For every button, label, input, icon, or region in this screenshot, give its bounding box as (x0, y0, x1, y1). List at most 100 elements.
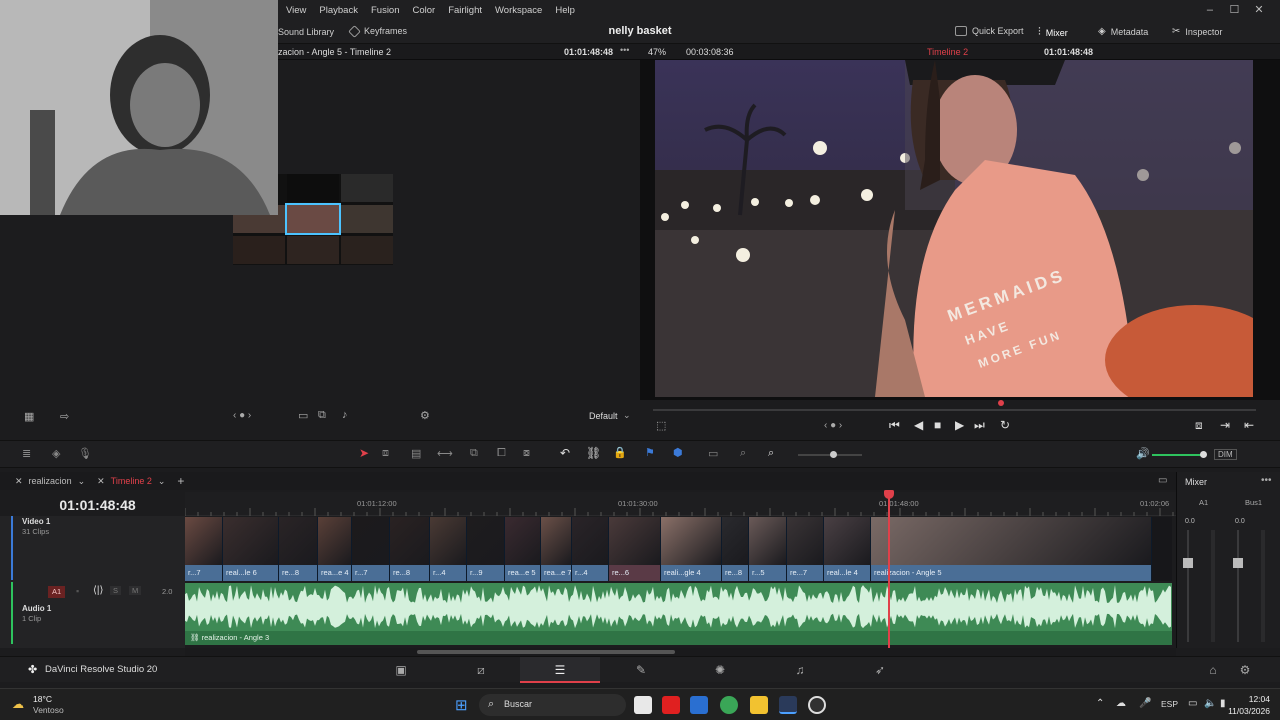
clip-view-icon[interactable]: ▦ (24, 410, 34, 423)
go-to-end-icon[interactable]: ⏭ (974, 418, 985, 433)
obs-icon[interactable] (808, 696, 826, 714)
menu-view[interactable]: View (286, 5, 306, 16)
timeline-ruler[interactable]: 01:01:12:00 01:01:30:00 01:01:48:00 01:0… (185, 492, 1176, 516)
tab-timeline-2[interactable]: ✕ Timeline 2 ⌄ (97, 476, 165, 487)
video-clip[interactable]: real...le 4 (824, 517, 871, 581)
jog-control[interactable]: ‹ ● › (233, 410, 251, 421)
fusion-page-icon[interactable]: ✎ (634, 663, 648, 677)
video-clip[interactable]: r...4 (572, 517, 609, 581)
youtube-icon[interactable] (662, 696, 680, 714)
add-tab-icon[interactable]: + (177, 474, 184, 488)
windows-start-icon[interactable]: ⊞ (455, 696, 468, 714)
dim-button[interactable]: DIM (1214, 449, 1237, 460)
stop-icon[interactable]: ■ (934, 418, 941, 432)
multicam-cell[interactable] (341, 236, 393, 264)
menu-help[interactable]: Help (555, 5, 575, 16)
video-clip[interactable]: r...4 (430, 517, 467, 581)
flag-icon[interactable]: ⚑ (645, 446, 655, 459)
lock-icon[interactable]: ▪ (76, 586, 79, 596)
audio-only-icon[interactable]: ♪ (342, 409, 348, 421)
davinci-resolve-icon[interactable] (779, 696, 797, 714)
multicam-cell[interactable] (233, 236, 285, 264)
detail-zoom-icon[interactable]: ⌕ (740, 447, 746, 460)
scrollbar-thumb[interactable] (417, 650, 675, 654)
video-clip[interactable]: r...7 (185, 517, 223, 581)
auto-select-icon[interactable]: ⟨|⟩ (93, 585, 103, 596)
media-page-icon[interactable]: ▣ (394, 663, 408, 677)
home-icon[interactable]: ⌂ (1206, 663, 1220, 677)
fader-a1[interactable] (1183, 558, 1193, 568)
edit-page-icon[interactable]: ☰ (553, 663, 567, 677)
timeline-scrollbar[interactable] (185, 648, 1176, 656)
mute-button[interactable]: M (129, 586, 142, 595)
deliver-page-icon[interactable]: ➶ (873, 663, 887, 677)
video-clip[interactable]: re...6 (609, 517, 661, 581)
language-indicator[interactable]: ESP (1161, 699, 1178, 709)
close-icon[interactable]: ✕ (1248, 3, 1270, 16)
selection-tool-icon[interactable]: ➤ (359, 446, 369, 460)
microphone-tray-icon[interactable]: 🎤 (1139, 698, 1151, 709)
link-icon[interactable]: ⛓ (586, 446, 601, 460)
video-clip[interactable]: realizacion - Angle 5 (871, 517, 1152, 581)
multicam-cell[interactable] (287, 236, 339, 264)
loop-icon[interactable]: ↻ (1000, 418, 1010, 432)
safe-area-icon[interactable]: ⬚ (656, 419, 666, 432)
chrome-icon[interactable] (720, 696, 738, 714)
cloud-icon[interactable]: ☁ (1116, 698, 1126, 709)
lock-icon[interactable]: 🔒 (613, 446, 627, 459)
marker-icon[interactable]: ⬢ (673, 446, 683, 459)
clock-time[interactable]: 12:04 (1222, 694, 1270, 704)
multicam-cell-active[interactable] (285, 203, 341, 235)
task-view-icon[interactable] (634, 696, 652, 714)
weather-icon[interactable]: ☁ (12, 697, 24, 711)
menu-playback[interactable]: Playback (319, 5, 358, 16)
record-timeline-name[interactable]: Timeline 2 (927, 47, 968, 57)
full-extent-zoom-icon[interactable]: ▭ (708, 447, 718, 460)
volume-slider[interactable] (1152, 454, 1204, 456)
play-icon[interactable]: ▶ (955, 418, 964, 432)
video-clip[interactable]: re...8 (390, 517, 430, 581)
video-clip[interactable]: reali...gle 4 (661, 517, 722, 581)
solo-button[interactable]: S (110, 586, 122, 595)
snapping-icon[interactable]: ↶ (560, 446, 570, 460)
video-clip[interactable]: r...7 (352, 517, 390, 581)
color-page-icon[interactable]: ✺ (713, 663, 727, 677)
maximize-icon[interactable]: ☐ (1223, 3, 1245, 16)
video-clip[interactable]: real...le 6 (223, 517, 279, 581)
dynamic-trim-icon[interactable]: ▤ (411, 447, 421, 460)
timeline-view-icon[interactable]: ▭ (1158, 475, 1167, 486)
multicam-cell[interactable] (287, 174, 339, 202)
quick-export-button[interactable]: Quick Export (955, 26, 1024, 36)
blade-tool-icon[interactable]: ⟷ (437, 447, 453, 460)
layout-icon[interactable]: ≣ (22, 447, 31, 460)
match-frame-icon[interactable]: ⧈ (1195, 418, 1203, 433)
video-clip[interactable]: re...7 (787, 517, 824, 581)
menu-fusion[interactable]: Fusion (371, 5, 400, 16)
inspector-button[interactable]: ✂ Inspector (1172, 26, 1222, 37)
cut-page-icon[interactable]: ⧄ (474, 663, 488, 677)
trim-tool-icon[interactable]: ⧈ (382, 447, 389, 460)
video-clip[interactable]: r...5 (749, 517, 787, 581)
options-icon[interactable]: ⚙ (420, 409, 430, 422)
app-grid-icon[interactable] (690, 696, 708, 714)
scrub-playhead[interactable] (998, 400, 1004, 406)
mixer-button[interactable]: ⫶ Mixer (1038, 26, 1068, 39)
custom-zoom-icon[interactable]: ⌕ (768, 447, 774, 460)
search-box[interactable]: ⌕ Buscar (479, 694, 626, 716)
video-clip[interactable]: rea...e 7 (541, 517, 572, 581)
fx-icon[interactable]: ◈ (52, 447, 60, 460)
next-edit-icon[interactable]: ⇥ (1220, 418, 1230, 432)
microphone-icon[interactable]: 🎙 (78, 447, 92, 460)
volume-slider-handle[interactable] (1200, 451, 1207, 458)
insert-clip-icon[interactable]: ⧉ (470, 447, 478, 460)
replace-clip-icon[interactable]: ⧇ (523, 447, 530, 460)
menu-color[interactable]: Color (413, 5, 436, 16)
audio-video-icon[interactable]: ⧉ (318, 409, 326, 422)
record-jog-control[interactable]: ‹ ● › (824, 420, 842, 431)
video-view-icon[interactable]: ▭ (298, 409, 308, 422)
video-frame[interactable]: MERMAIDS HAVE MORE FUN (655, 60, 1253, 397)
settings-gear-icon[interactable]: ⚙ (1238, 663, 1252, 677)
go-to-start-icon[interactable]: ⏮ (889, 418, 900, 433)
close-icon[interactable]: ✕ (15, 476, 23, 487)
close-icon[interactable]: ✕ (97, 476, 105, 487)
